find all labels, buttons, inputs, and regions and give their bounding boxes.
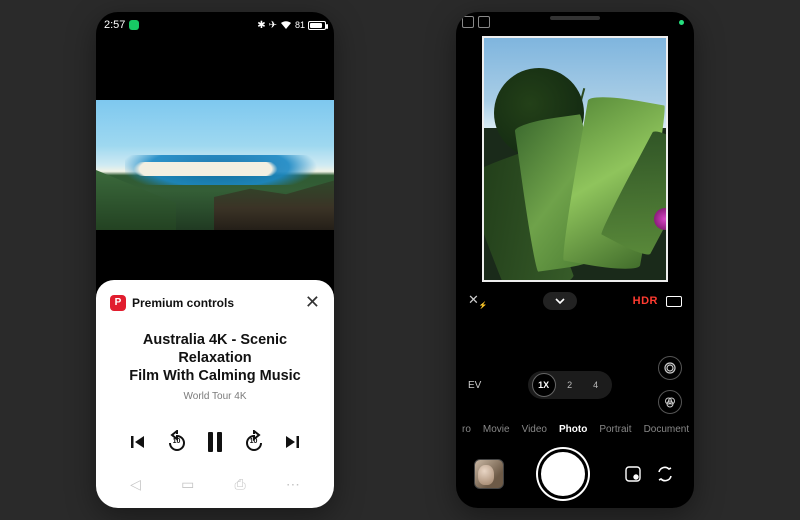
status-icons: ✱ ✈ 81 <box>257 20 326 31</box>
mode-photo[interactable]: Photo <box>559 424 587 435</box>
mode-document[interactable]: Document <box>644 424 690 435</box>
storage-icon-2 <box>478 16 490 28</box>
video-frame <box>96 100 334 230</box>
mode-pro-clip[interactable]: ro <box>462 424 471 435</box>
video-title: Australia 4K - Scenic Relaxation Film Wi… <box>110 331 320 385</box>
forward-seconds: 10 <box>242 438 266 445</box>
rewind-seconds: 10 <box>165 438 189 445</box>
drag-handle-icon[interactable] <box>550 16 600 20</box>
lens-switch-icon[interactable] <box>658 356 682 380</box>
back-nav-icon[interactable]: ◁ <box>130 476 141 493</box>
battery-icon <box>308 21 326 30</box>
filters-icon[interactable] <box>658 390 682 414</box>
video-title-line2: Film With Calming Music <box>129 368 300 384</box>
ev-button[interactable]: EV <box>468 380 481 391</box>
aspect-ratio-icon[interactable] <box>666 296 682 307</box>
mode-video[interactable]: Video <box>522 424 547 435</box>
pip-icon[interactable]: ▭ <box>181 476 194 493</box>
shutter-button[interactable] <box>538 449 588 499</box>
camera-viewfinder[interactable] <box>482 36 668 282</box>
google-lens-icon[interactable] <box>622 463 644 485</box>
camera-phone: ✕⚡ HDR EV 1X 2 4 ro Movie Video Photo <box>456 12 694 508</box>
clock: 2:57 <box>104 19 125 31</box>
video-player[interactable] <box>96 38 334 292</box>
close-icon[interactable]: ✕ <box>305 292 320 313</box>
mode-portrait[interactable]: Portrait <box>599 424 631 435</box>
playback-controls: 10 10 <box>110 428 320 456</box>
forward-10-button[interactable]: 10 <box>242 430 266 454</box>
camera-modes[interactable]: ro Movie Video Photo Portrait Document <box>456 416 694 437</box>
premium-badge-icon: P <box>110 295 126 311</box>
sheet-footer-icons: ◁ ▭ ⎙ ⋯ <box>110 476 320 493</box>
next-track-button[interactable] <box>278 428 306 456</box>
video-title-line1: Australia 4K - Scenic Relaxation <box>143 332 287 366</box>
zoom-2x[interactable]: 2 <box>558 373 582 397</box>
battery-text: 81 <box>295 20 305 30</box>
more-icon[interactable]: ⋯ <box>286 476 300 493</box>
hdr-toggle[interactable]: HDR <box>633 295 658 307</box>
pause-button[interactable] <box>201 428 229 456</box>
expand-options-button[interactable] <box>543 292 577 310</box>
status-bar: 2:57 ✱ ✈ 81 <box>96 12 334 38</box>
gallery-thumbnail[interactable] <box>474 459 504 489</box>
previous-track-button[interactable] <box>124 428 152 456</box>
zoom-1x[interactable]: 1X <box>532 373 556 397</box>
flash-off-icon[interactable]: ✕⚡ <box>468 292 488 310</box>
switch-camera-icon[interactable] <box>654 463 676 485</box>
zoom-selector[interactable]: 1X 2 4 <box>528 371 612 399</box>
media-player-phone: 2:57 ✱ ✈ 81 P Premium controls ✕ Austra <box>96 12 334 508</box>
airplane-icon: ✈ <box>269 20 277 31</box>
wifi-icon <box>280 20 292 30</box>
app-indicator-icon <box>129 20 139 30</box>
storage-icon-1 <box>462 16 474 28</box>
mode-movie[interactable]: Movie <box>483 424 510 435</box>
zoom-4x[interactable]: 4 <box>584 373 608 397</box>
channel-name: World Tour 4K <box>110 391 320 402</box>
cast-icon[interactable]: ⎙ <box>234 476 245 493</box>
recording-indicator-icon <box>679 20 684 25</box>
sheet-title: Premium controls <box>132 296 299 310</box>
camera-status-bar <box>456 12 694 32</box>
dnd-icon: ✱ <box>257 20 265 31</box>
rewind-10-button[interactable]: 10 <box>165 430 189 454</box>
controls-sheet: P Premium controls ✕ Australia 4K - Scen… <box>96 280 334 508</box>
